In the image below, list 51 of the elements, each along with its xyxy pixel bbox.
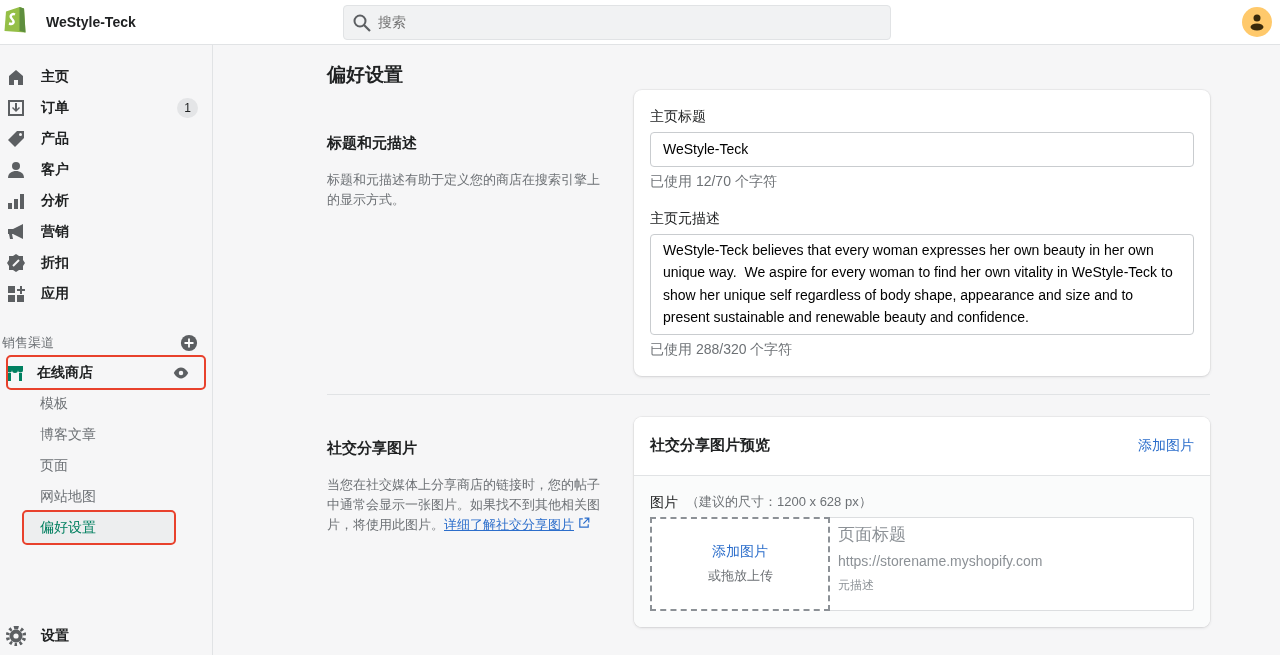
nav-item[interactable]: 页面 xyxy=(0,450,212,481)
nav-item[interactable]: 分析 xyxy=(0,185,212,216)
help-link[interactable]: 详细了解社交分享图片 xyxy=(444,517,574,532)
upload-hint: 或拖放上传 xyxy=(707,567,773,585)
nav-item[interactable]: 营销 xyxy=(0,216,212,247)
nav-item[interactable]: 折扣 xyxy=(0,247,212,278)
drop-zone[interactable]: 添加图片 或拖放上传 xyxy=(650,516,830,611)
add-image-link[interactable]: 添加图片 xyxy=(1138,435,1194,456)
nav-item[interactable]: 应用 xyxy=(0,278,212,309)
apps-icon xyxy=(6,283,26,304)
preview-description: 元描述 xyxy=(838,577,875,594)
character-counter: 已使用 12/70 个字符 xyxy=(650,171,778,191)
tag-icon xyxy=(6,128,26,149)
text-area[interactable]: WeStyle-Teck believes that every woman expresses her own beauty in her own unique way. We aspire for every woman to find her own vitality in WeStyle-Teck to show her unique self regardless of body shape, appearance and size and to present sustainable and renewable beauty and confidence. xyxy=(650,233,1194,335)
discount-icon xyxy=(6,252,26,273)
section-heading: 标题和元描述 xyxy=(327,132,418,153)
nav-item[interactable]: 客户 xyxy=(0,154,212,185)
nav-item[interactable]: 博客文章 xyxy=(0,419,212,450)
nav-item[interactable]: 在线商店 xyxy=(8,357,204,388)
section-heading: 销售渠道 xyxy=(2,334,54,352)
input-field[interactable]: WeStyle-Teck xyxy=(650,131,1194,167)
nav-item[interactable]: 设置 xyxy=(0,620,212,651)
character-counter: 已使用 288/320 个字符 xyxy=(650,339,794,359)
nav-item[interactable]: 网站地图 xyxy=(0,481,212,512)
external-link-icon xyxy=(578,517,590,529)
preview-url: https://storename.myshopify.com xyxy=(838,552,1044,571)
section-heading: 社交分享图片 xyxy=(327,437,418,458)
person-icon xyxy=(6,159,26,180)
add-icon[interactable] xyxy=(180,334,198,352)
card-title: 社交分享图片预览 xyxy=(650,435,770,456)
search-field[interactable]: 搜索 xyxy=(342,4,891,40)
megaphone-icon xyxy=(6,221,26,242)
inbox-icon xyxy=(6,97,26,118)
count-badge: 1 xyxy=(177,97,198,118)
avatar[interactable] xyxy=(1242,7,1272,37)
nav-item[interactable]: 偏好设置 xyxy=(24,512,174,543)
store-name: WeStyle-Teck xyxy=(46,12,136,32)
add-image-link[interactable]: 添加图片 xyxy=(712,541,768,562)
page-title: 偏好设置 xyxy=(327,63,404,87)
section-description: 标题和元描述有助于定义您的商店在搜索引擎上的显示方式。 xyxy=(327,171,600,209)
settings-icon xyxy=(6,625,26,646)
field-label: 主页标题 xyxy=(650,106,707,126)
nav-item[interactable]: 订单 1 xyxy=(0,92,212,123)
preview-title: 页面标题 xyxy=(838,523,907,546)
size-hint: （建议的尺寸：1200 x 628 px） xyxy=(686,492,872,511)
nav-item[interactable]: 主页 xyxy=(0,61,212,92)
nav-item[interactable]: 模板 xyxy=(0,388,212,419)
section-description: 当您在社交媒体上分享商店的链接时，您的帖子中通常会显示一张图片。如果找不到其他相关图片，将使用此图片。详细了解社交分享图片 xyxy=(327,476,600,534)
nav-item[interactable]: 产品 xyxy=(0,123,212,154)
field-label: 主页元描述 xyxy=(650,208,721,228)
field-label: 图片 xyxy=(650,492,678,512)
